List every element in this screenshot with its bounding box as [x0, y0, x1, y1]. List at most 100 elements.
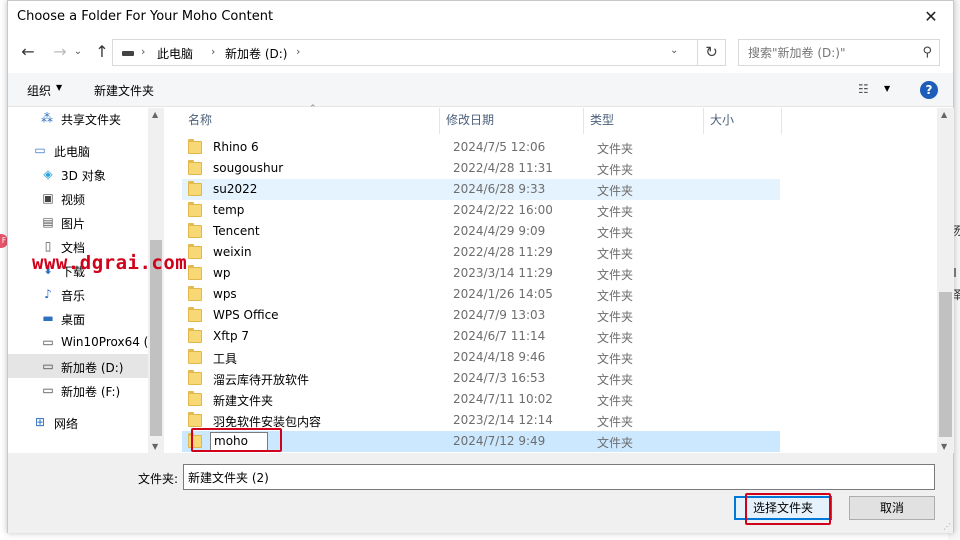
scroll-down-icon[interactable]: ▼	[152, 442, 158, 451]
file-type: 文件夹	[597, 142, 634, 156]
search-input[interactable]	[748, 46, 908, 60]
sidebar-item-pictures[interactable]: ▤ 图片	[8, 210, 148, 234]
address-bar[interactable]: › 此电脑 › 新加卷 (D:) › ⌄	[112, 39, 698, 66]
chevron-down-icon: ⌄	[73, 46, 83, 57]
new-folder-button[interactable]: 新建文件夹	[94, 82, 154, 99]
file-row[interactable]: wp 2023/3/14 11:29 文件夹	[182, 263, 780, 284]
view-options-icon[interactable]: ☷	[858, 82, 869, 96]
file-row[interactable]: temp 2024/2/22 16:00 文件夹	[182, 200, 780, 221]
file-list: ⌃ 名称 修改日期 类型 大小 Rhino 6 2024/7/5 12:06 文…	[164, 104, 937, 453]
file-name: Rhino 6	[213, 140, 259, 154]
organize-menu[interactable]: 组织	[27, 82, 51, 99]
search-box: ⚲	[738, 39, 940, 66]
caret-down-icon[interactable]: ▼	[56, 83, 62, 92]
sidebar-item-label: 新加卷 (F:)	[61, 385, 121, 399]
folder-icon	[188, 181, 202, 196]
file-name: su2022	[213, 182, 258, 196]
file-row[interactable]: Tencent 2024/4/29 9:09 文件夹	[182, 221, 780, 242]
chevron-right-icon[interactable]: ›	[141, 45, 145, 58]
file-row[interactable]: weixin 2022/4/28 11:29 文件夹	[182, 242, 780, 263]
sidebar-item-3d-objects[interactable]: ◈ 3D 对象	[8, 162, 148, 186]
navigation-bar: ← → ⌄ ↑ › 此电脑 › 新加卷 (D:) › ⌄ ↻ ⚲	[8, 36, 953, 70]
file-row[interactable]: WPS Office 2024/7/9 13:03 文件夹	[182, 305, 780, 326]
help-icon[interactable]: ?	[920, 81, 938, 99]
drive-icon: ▭	[42, 383, 54, 397]
chevron-right-icon[interactable]: ›	[296, 45, 300, 58]
sidebar-item-label: 音乐	[61, 289, 86, 303]
network-icon: ⊞	[34, 415, 46, 429]
column-header-date[interactable]: 修改日期	[440, 108, 584, 134]
resize-grip-icon[interactable]: ⋰	[943, 522, 951, 531]
recent-locations-button[interactable]: ⌄	[70, 40, 86, 64]
column-header-name[interactable]: 名称	[182, 108, 440, 134]
sidebar-item-network[interactable]: ⊞ 网络	[8, 410, 148, 434]
chevron-right-icon[interactable]: ›	[211, 45, 215, 58]
file-list-scrollbar[interactable]: ▲ ▼	[937, 108, 954, 453]
caret-down-icon[interactable]: ▼	[884, 84, 890, 93]
chevron-down-icon[interactable]: ⌄	[670, 45, 678, 56]
file-type: 文件夹	[597, 205, 634, 219]
breadcrumb-this-pc[interactable]: 此电脑	[157, 45, 193, 62]
video-icon: ▣	[42, 191, 54, 205]
file-date: 2024/6/7 11:14	[453, 329, 546, 343]
folder-name-input[interactable]	[183, 464, 935, 490]
file-name: WPS Office	[213, 308, 279, 322]
file-row[interactable]: 溜云库待开放软件 2024/7/3 16:53 文件夹	[182, 368, 780, 389]
sidebar-item-shared-folder[interactable]: ⁂ 共享文件夹	[8, 106, 148, 130]
scroll-down-icon[interactable]: ▼	[941, 442, 947, 451]
file-type: 文件夹	[597, 226, 634, 240]
sidebar-item-label: 共享文件夹	[61, 113, 122, 127]
refresh-button[interactable]: ↻	[698, 39, 726, 66]
computer-icon: ▭	[34, 143, 46, 157]
file-name: weixin	[213, 245, 252, 259]
sidebar-item-drive-d[interactable]: ▭ 新加卷 (D:)	[8, 354, 148, 378]
scroll-up-icon[interactable]: ▲	[152, 110, 158, 119]
arrow-left-icon: ←	[21, 42, 35, 61]
close-button[interactable]: ✕	[909, 1, 953, 33]
file-row[interactable]: sougoushur 2022/4/28 11:31 文件夹	[182, 158, 780, 179]
folder-icon	[188, 202, 202, 217]
scroll-up-icon[interactable]: ▲	[941, 110, 947, 119]
breadcrumb-drive-d[interactable]: 新加卷 (D:)	[225, 45, 287, 62]
folder-icon	[188, 370, 202, 385]
column-header-type[interactable]: 类型	[584, 108, 704, 134]
up-button[interactable]: ↑	[90, 40, 114, 64]
column-header-size[interactable]: 大小	[704, 108, 782, 134]
scrollbar-thumb[interactable]	[939, 292, 952, 437]
file-date: 2024/7/5 12:06	[453, 140, 546, 154]
file-date: 2023/3/14 11:29	[453, 266, 553, 280]
sidebar-scrollbar[interactable]: ▲ ▼	[148, 108, 164, 453]
sidebar-item-label: 网络	[54, 417, 79, 431]
file-date: 2024/7/12 9:49	[453, 434, 546, 448]
file-date: 2024/6/28 9:33	[453, 182, 546, 196]
sidebar-item-drive-c[interactable]: ▭ Win10Prox64 (C	[8, 330, 156, 354]
file-row[interactable]: Rhino 6 2024/7/5 12:06 文件夹	[182, 137, 780, 158]
sidebar-item-label: Win10Prox64 (C	[61, 335, 157, 349]
back-button[interactable]: ←	[16, 40, 40, 64]
file-name: 工具	[213, 352, 238, 366]
folder-icon	[188, 265, 202, 280]
forward-button[interactable]: →	[48, 40, 72, 64]
file-date: 2024/2/22 16:00	[453, 203, 553, 217]
file-row[interactable]: wps 2024/1/26 14:05 文件夹	[182, 284, 780, 305]
cancel-button[interactable]: 取消	[849, 496, 935, 520]
music-icon: ♪	[44, 287, 52, 301]
file-row[interactable]: 工具 2024/4/18 9:46 文件夹	[182, 347, 780, 368]
sidebar-item-this-pc[interactable]: ▭ 此电脑	[8, 138, 148, 162]
3d-objects-icon: ◈	[43, 167, 53, 181]
file-row[interactable]: Xftp 7 2024/6/7 11:14 文件夹	[182, 326, 780, 347]
file-date: 2022/4/28 11:31	[453, 161, 553, 175]
sidebar-item-drive-f[interactable]: ▭ 新加卷 (F:)	[8, 378, 148, 402]
file-row[interactable]: su2022 2024/6/28 9:33 文件夹	[182, 179, 780, 200]
file-date: 2024/7/3 16:53	[453, 371, 546, 385]
file-date: 2023/2/14 12:14	[453, 413, 553, 427]
desktop-icon: ▬	[42, 311, 54, 325]
search-icon[interactable]: ⚲	[922, 45, 932, 60]
file-type: 文件夹	[597, 310, 634, 324]
sidebar-item-videos[interactable]: ▣ 视频	[8, 186, 148, 210]
file-type: 文件夹	[597, 163, 634, 177]
share-network-icon: ⁂	[41, 111, 53, 125]
sidebar-item-desktop[interactable]: ▬ 桌面	[8, 306, 148, 330]
file-row[interactable]: 新建文件夹 2024/7/11 10:02 文件夹	[182, 389, 780, 410]
sidebar-item-music[interactable]: ♪ 音乐	[8, 282, 148, 306]
